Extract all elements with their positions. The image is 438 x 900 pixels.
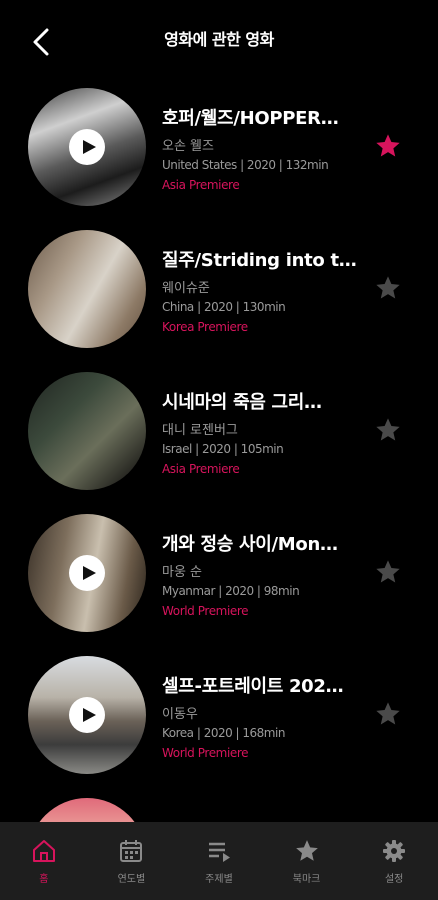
movie-director: 웨이슈준 — [162, 281, 210, 296]
play-button[interactable] — [69, 697, 105, 733]
movie-director: 마웅 순 — [162, 565, 203, 580]
tab-label: 홈 — [39, 874, 49, 885]
movie-title: 개와 정승 사이/Mon… — [162, 534, 338, 555]
calendar-icon — [120, 840, 143, 862]
movie-premiere: World Premiere — [162, 746, 249, 760]
movie-item[interactable] — [0, 794, 438, 822]
movie-thumbnail[interactable] — [28, 798, 146, 822]
gear-icon — [383, 840, 406, 862]
tab-label: 주제별 — [205, 874, 233, 885]
movie-item[interactable]: 셀프-포트레이트 202… 이동우 Korea | 2020 | 168min … — [0, 652, 438, 794]
tab-topic[interactable]: 주제별 — [175, 822, 263, 900]
movie-meta: United States | 2020 | 132min — [162, 158, 329, 172]
star-icon — [376, 560, 400, 583]
movie-premiere: Asia Premiere — [162, 178, 240, 192]
tab-label: 북마크 — [292, 874, 321, 885]
movie-director: 대니 로젠버그 — [162, 423, 238, 438]
star-icon — [376, 418, 400, 441]
movie-director: 오손 웰즈 — [162, 139, 214, 154]
bottom-tab-bar: 홈 연도별 주제별 북마크 설정 — [0, 822, 438, 900]
star-icon — [376, 276, 400, 299]
movie-thumbnail[interactable] — [28, 88, 146, 206]
star-icon — [376, 702, 400, 725]
star-icon — [295, 840, 318, 861]
movie-title: 호퍼/웰즈/HOPPER… — [162, 108, 339, 129]
movie-title: 질주/Striding into t… — [162, 250, 357, 271]
home-icon — [32, 840, 55, 862]
movie-premiere: World Premiere — [162, 604, 249, 618]
movie-title: 시네마의 죽음 그리… — [162, 392, 322, 413]
play-icon — [82, 708, 96, 722]
movie-meta: China | 2020 | 130min — [162, 300, 286, 314]
movie-item[interactable]: 개와 정승 사이/Mon… 마웅 순 Myanmar | 2020 | 98mi… — [0, 510, 438, 652]
movie-director: 이동우 — [162, 707, 198, 722]
movie-title: 셀프-포트레이트 202… — [162, 676, 344, 697]
movie-premiere: Asia Premiere — [162, 462, 240, 476]
tab-label: 설정 — [384, 874, 404, 885]
movie-thumbnail[interactable] — [28, 514, 146, 632]
tab-label: 연도별 — [117, 874, 146, 885]
play-button[interactable] — [69, 129, 105, 165]
movie-item[interactable]: 질주/Striding into t… 웨이슈준 China | 2020 | … — [0, 226, 438, 368]
bookmark-button[interactable] — [374, 416, 402, 444]
movie-thumbnail[interactable] — [28, 230, 146, 348]
page-title: 영화에 관한 영화 — [164, 30, 274, 49]
movie-item[interactable]: 시네마의 죽음 그리… 대니 로젠버그 Israel | 2020 | 105m… — [0, 368, 438, 510]
movie-meta: Korea | 2020 | 168min — [162, 726, 285, 740]
bookmark-button[interactable] — [374, 132, 402, 160]
tab-home[interactable]: 홈 — [0, 822, 88, 900]
play-button[interactable] — [69, 555, 105, 591]
movie-meta: Israel | 2020 | 105min — [162, 442, 284, 456]
header: 영화에 관한 영화 — [0, 0, 438, 80]
bookmark-button[interactable] — [374, 274, 402, 302]
tab-settings[interactable]: 설정 — [350, 822, 438, 900]
bookmark-button[interactable] — [374, 558, 402, 586]
movie-premiere: Korea Premiere — [162, 320, 248, 334]
movie-thumbnail[interactable] — [28, 656, 146, 774]
movie-meta: Myanmar | 2020 | 98min — [162, 584, 300, 598]
tab-bookmark[interactable]: 북마크 — [263, 822, 351, 900]
tab-year[interactable]: 연도별 — [88, 822, 176, 900]
play-icon — [82, 140, 96, 154]
movie-thumbnail[interactable] — [28, 372, 146, 490]
movie-item[interactable]: 호퍼/웰즈/HOPPER… 오손 웰즈 United States | 2020… — [0, 84, 438, 226]
movie-list[interactable]: 호퍼/웰즈/HOPPER… 오손 웰즈 United States | 2020… — [0, 84, 438, 822]
star-icon — [376, 134, 400, 157]
play-icon — [82, 566, 96, 580]
bookmark-button[interactable] — [374, 700, 402, 728]
playlist-icon — [208, 842, 230, 862]
